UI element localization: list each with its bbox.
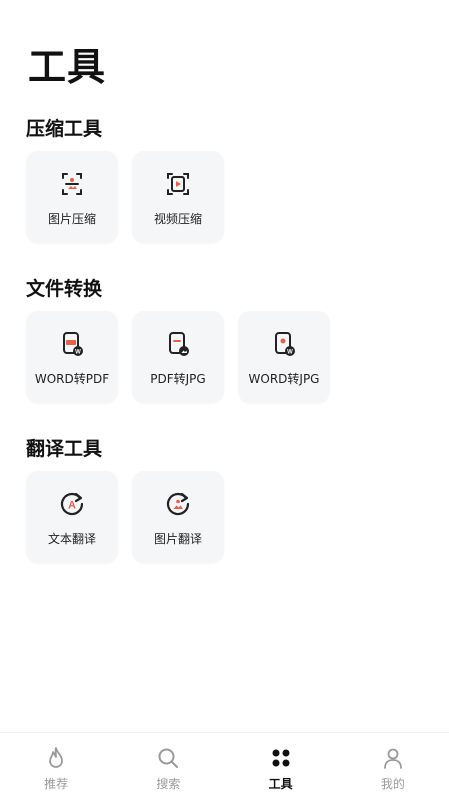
tab-recommend[interactable]: 推荐 (0, 733, 112, 800)
compress-tools-grid: 图片压缩 视频压缩 (26, 151, 238, 243)
video-compress-icon (163, 169, 193, 199)
svg-text:A: A (68, 500, 76, 512)
translate-tools-grid: A 文本翻译 图片翻译 (26, 471, 238, 563)
svg-text:W: W (287, 350, 293, 356)
tool-card-text-translate[interactable]: A 文本翻译 (26, 471, 118, 563)
image-translate-icon (163, 489, 193, 519)
tool-label: WORD转JPG (248, 372, 320, 386)
tool-card-video-compress[interactable]: 视频压缩 (132, 151, 224, 243)
section-title-translate: 翻译工具 (26, 438, 103, 460)
page-title: 工具 (28, 45, 107, 89)
tool-label: 视频压缩 (153, 212, 202, 226)
tab-label: 推荐 (44, 777, 69, 791)
tool-card-word-to-pdf[interactable]: W WORD转PDF (26, 311, 118, 403)
tool-label: WORD转PDF (34, 372, 110, 386)
bottom-tab-bar: 推荐 搜索 工具 我的 (0, 732, 449, 800)
pdf-to-jpg-icon (163, 329, 193, 359)
word-to-pdf-icon: W (57, 329, 87, 359)
tool-label: 图片压缩 (47, 212, 96, 226)
tab-search[interactable]: 搜索 (112, 733, 224, 800)
tab-mine[interactable]: 我的 (337, 733, 449, 800)
tool-label: 文本翻译 (47, 532, 96, 546)
tab-label: 搜索 (156, 777, 181, 791)
convert-tools-grid: W WORD转PDF PDF转JPG W WORD转JPG (26, 311, 344, 403)
svg-text:W: W (75, 350, 81, 356)
flame-icon (43, 745, 69, 771)
tool-card-image-compress[interactable]: 图片压缩 (26, 151, 118, 243)
tool-label: PDF转JPG (150, 372, 206, 386)
tab-label: 工具 (268, 777, 293, 791)
image-compress-icon (57, 169, 87, 199)
four-dots-icon (268, 745, 294, 771)
section-title-convert: 文件转换 (26, 278, 103, 300)
tool-card-image-translate[interactable]: 图片翻译 (132, 471, 224, 563)
search-icon (155, 745, 181, 771)
section-title-compress: 压缩工具 (26, 118, 103, 140)
person-icon (380, 745, 406, 771)
text-translate-icon: A (57, 489, 87, 519)
tab-label: 我的 (380, 777, 405, 791)
tool-card-word-to-jpg[interactable]: W WORD转JPG (238, 311, 330, 403)
tab-tools[interactable]: 工具 (225, 733, 337, 800)
tool-label: 图片翻译 (153, 532, 202, 546)
tool-card-pdf-to-jpg[interactable]: PDF转JPG (132, 311, 224, 403)
word-to-jpg-icon: W (269, 329, 299, 359)
